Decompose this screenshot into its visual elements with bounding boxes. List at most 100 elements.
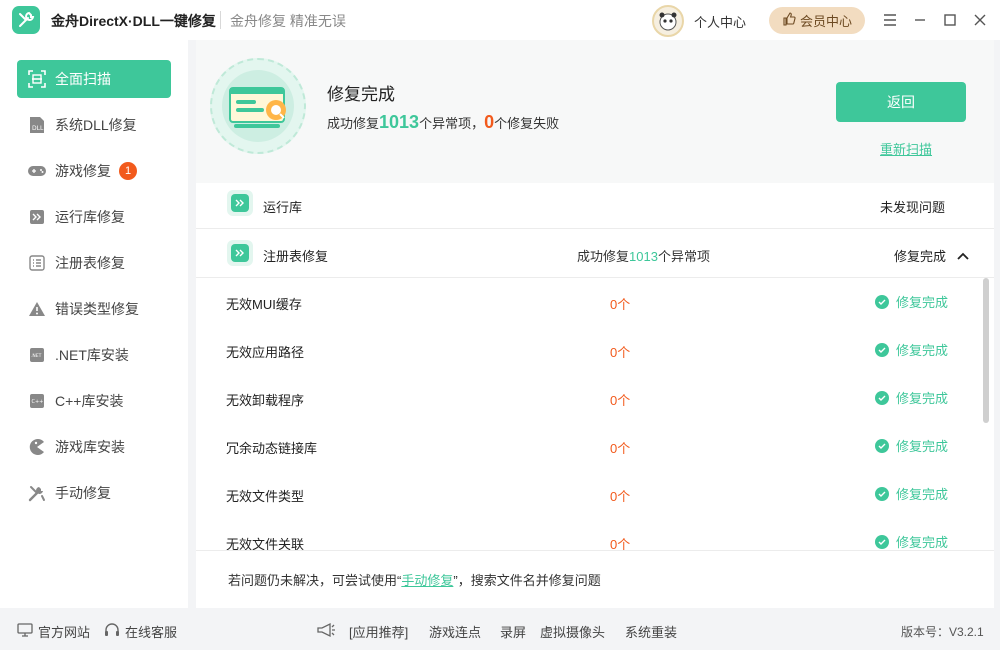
result-summary: 修复完成 成功修复1013个异常项，0个修复失败 返回 重新扫描 (196, 40, 994, 183)
registry-icon (27, 253, 47, 273)
list-item: 无效卸载程序 0个 修复完成 (196, 374, 986, 422)
cpp-icon: C++ (27, 391, 47, 411)
sidebar-item-cpp-install[interactable]: C++ C++库安装 (17, 382, 171, 420)
item-count: 0个 (610, 441, 631, 456)
sidebar-item-label: 全面扫描 (55, 71, 111, 87)
sidebar-item-system-dll[interactable]: DLL 系统DLL修复 (17, 106, 171, 144)
sidebar-item-label: 手动修复 (55, 485, 111, 501)
app-recommend-label: [应用推荐] (349, 625, 409, 640)
sidebar-item-label: 系统DLL修复 (55, 117, 137, 133)
sidebar-item-game-repair[interactable]: 游戏修复 1 (17, 152, 171, 190)
check-circle-icon (875, 294, 889, 309)
online-support-link[interactable]: 在线客服 (104, 622, 177, 641)
sidebar-item-runtime-repair[interactable]: 运行库修复 (17, 198, 171, 236)
sidebar-item-label: C++库安装 (55, 393, 124, 409)
section-summary: 成功修复1013个异常项 (577, 249, 710, 264)
sidebar-item-label: 游戏修复 (55, 163, 111, 179)
main-panel: 修复完成 成功修复1013个异常项，0个修复失败 返回 重新扫描 运行库 未发现… (196, 40, 994, 608)
recommend-link-clicker[interactable]: 游戏连点 (429, 622, 481, 641)
item-name: 无效应用路径 (226, 345, 305, 360)
recommend-link-virtual-camera[interactable]: 虚拟摄像头 (540, 622, 605, 641)
megaphone-icon (316, 622, 336, 638)
minimize-icon[interactable] (911, 11, 929, 29)
sidebar-item-full-scan[interactable]: 全面扫描 (17, 60, 171, 98)
avatar[interactable] (652, 5, 684, 37)
sidebar: 全面扫描 DLL 系统DLL修复 游戏修复 1 运行库修复 注册表修复 错误类型… (0, 40, 188, 608)
list-item: 无效文件关联 0个 修复完成 (196, 518, 986, 550)
item-status: 修复完成 (875, 532, 948, 550)
recommend-link-recorder[interactable]: 录屏 (500, 622, 526, 641)
item-status: 修复完成 (875, 436, 948, 455)
list-item: 无效MUI缓存 0个 修复完成 (196, 278, 986, 326)
back-button[interactable]: 返回 (836, 82, 966, 122)
item-status: 修复完成 (875, 484, 948, 503)
help-tip-text: 若问题仍未解决，可尝试使用“手动修复”，搜索文件名并修复问题 (228, 573, 601, 588)
gamepad-icon (27, 161, 47, 181)
sidebar-item-label: 游戏库安装 (55, 439, 125, 455)
sidebar-item-manual-repair[interactable]: 手动修复 (17, 474, 171, 512)
user-center-link[interactable]: 个人中心 (694, 12, 746, 31)
dll-icon: DLL (27, 115, 47, 135)
title-bar: 金舟DirectX·DLL一键修复 金舟修复 精准无误 个人中心 会员中心 (0, 0, 1000, 40)
repair-complete-illustration (210, 58, 306, 154)
scan-icon (27, 69, 47, 89)
sidebar-item-game-lib-install[interactable]: 游戏库安装 (17, 428, 171, 466)
version-label: 版本号：V3.2.1 (901, 625, 984, 639)
sidebar-item-label: 错误类型修复 (55, 301, 139, 317)
vip-label: 会员中心 (799, 14, 852, 29)
scrollbar[interactable] (983, 278, 989, 548)
runtime-icon (27, 207, 47, 227)
recommend-link-system-reinstall[interactable]: 系统重装 (625, 622, 677, 641)
maximize-icon[interactable] (941, 11, 959, 29)
manual-repair-link[interactable]: 手动修复 (401, 573, 453, 588)
item-count: 0个 (610, 345, 631, 360)
sidebar-item-label: 运行库修复 (55, 209, 125, 225)
item-name: 无效MUI缓存 (226, 297, 302, 312)
section-name: 运行库 (263, 200, 303, 215)
section-name: 注册表修复 (263, 249, 329, 264)
item-name: 冗余动态链接库 (226, 441, 318, 456)
result-title: 修复完成 (327, 85, 395, 104)
scrollbar-thumb[interactable] (983, 278, 989, 423)
close-icon[interactable] (971, 11, 989, 29)
app-logo-icon (12, 6, 40, 34)
check-circle-icon (875, 534, 889, 549)
app-subtitle: 金舟修复 精准无误 (230, 13, 346, 29)
check-circle-icon (875, 486, 889, 501)
thumbs-up-icon (782, 12, 796, 29)
app-title: 金舟DirectX·DLL一键修复 (51, 13, 216, 29)
sidebar-item-dotnet-install[interactable]: .NET .NET库安装 (17, 336, 171, 374)
status-bar: 官方网站 在线客服 [应用推荐] 游戏连点 录屏 虚拟摄像头 系统重装 版本号：… (0, 608, 1000, 650)
item-count: 0个 (610, 393, 631, 408)
sidebar-item-error-type-repair[interactable]: 错误类型修复 (17, 290, 171, 328)
failed-count: 0 (484, 112, 495, 132)
rescan-link[interactable]: 重新扫描 (880, 139, 932, 158)
section-status: 未发现问题 (880, 200, 946, 215)
item-count: 0个 (610, 297, 631, 312)
item-status: 修复完成 (875, 388, 948, 407)
help-tip: 若问题仍未解决，可尝试使用“手动修复”，搜索文件名并修复问题 (196, 550, 994, 608)
result-description: 成功修复1013个异常项，0个修复失败 (327, 112, 560, 132)
vip-center-button[interactable]: 会员中心 (769, 7, 865, 34)
tools-icon (27, 483, 47, 503)
title-divider (220, 11, 221, 29)
official-website-link[interactable]: 官方网站 (17, 622, 90, 641)
list-item: 冗余动态链接库 0个 修复完成 (196, 422, 986, 470)
warning-icon (27, 299, 47, 319)
item-name: 无效文件类型 (226, 489, 305, 504)
item-status: 修复完成 (875, 340, 948, 359)
list-item: 无效应用路径 0个 修复完成 (196, 326, 986, 374)
chevron-up-icon[interactable] (957, 248, 969, 263)
menu-icon[interactable] (881, 11, 899, 29)
svg-text:DLL: DLL (32, 125, 44, 132)
section-registry[interactable]: 注册表修复 成功修复1013个异常项 修复完成 (196, 229, 994, 278)
svg-text:C++: C++ (32, 399, 44, 405)
check-circle-icon (875, 342, 889, 357)
registry-section-icon (227, 240, 253, 266)
fixed-count: 1013 (379, 112, 420, 132)
check-circle-icon (875, 438, 889, 453)
sidebar-item-registry-repair[interactable]: 注册表修复 (17, 244, 171, 282)
section-status: 修复完成 (894, 249, 947, 264)
item-status: 修复完成 (875, 292, 948, 311)
dotnet-icon: .NET (27, 345, 47, 365)
